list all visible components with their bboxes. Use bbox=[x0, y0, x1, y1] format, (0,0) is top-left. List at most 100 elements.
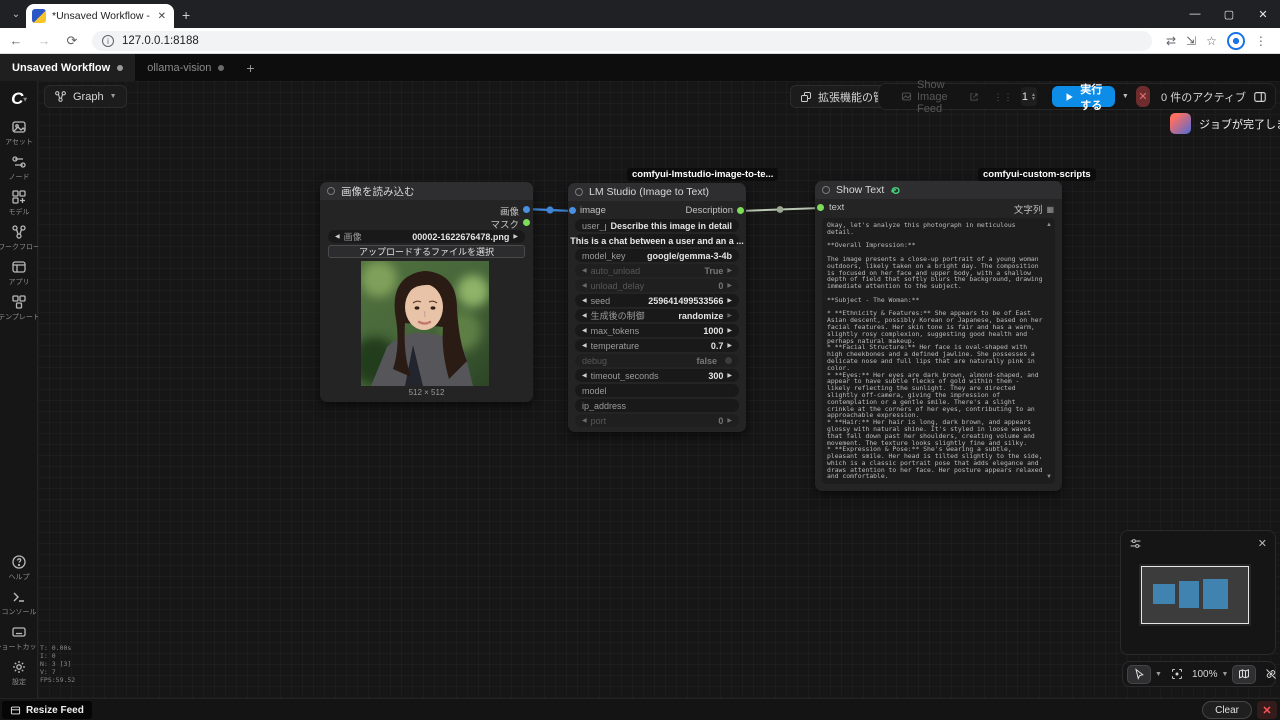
decrement-arrow-icon[interactable]: ◀ bbox=[582, 312, 587, 319]
bookmark-star-icon[interactable]: ☆ bbox=[1206, 34, 1217, 48]
minimap-panel[interactable]: ✕ bbox=[1120, 530, 1276, 655]
tab-close-icon[interactable]: ✕ bbox=[156, 11, 168, 22]
clear-feed-button[interactable]: Clear bbox=[1202, 701, 1252, 719]
profile-avatar[interactable] bbox=[1226, 31, 1245, 50]
widget-port[interactable]: ◀ port 0 ▶ bbox=[575, 414, 739, 427]
image-combo-widget[interactable]: ◀ 画像 00002-1622676478.png ▶ bbox=[328, 230, 525, 243]
collapse-dot-icon[interactable] bbox=[822, 186, 830, 194]
collapse-dot-icon[interactable] bbox=[575, 188, 583, 196]
node-show-text-header[interactable]: Show Text bbox=[815, 181, 1062, 199]
widget-temperature[interactable]: ◀ temperature 0.7 ▶ bbox=[575, 339, 739, 352]
node-load-image[interactable]: 画像を読み込む 画像 マスク ◀ 画像 00002-1622676478.png… bbox=[320, 182, 533, 402]
show-image-feed-button[interactable]: Show Image Feed bbox=[901, 79, 979, 115]
increment-arrow-icon[interactable]: ▶ bbox=[727, 342, 732, 349]
input-slot-text[interactable] bbox=[817, 204, 824, 211]
sidebar-item-apps[interactable]: アプリ bbox=[0, 259, 38, 287]
tab-search-icon[interactable]: ⌄ bbox=[8, 7, 24, 23]
widget-seed[interactable]: ◀ seed 259641499533566 ▶ bbox=[575, 294, 739, 307]
workflow-tab-ollama-vision[interactable]: ollama-vision bbox=[135, 54, 236, 81]
graph-dropdown[interactable]: Graph ▼ bbox=[44, 85, 127, 108]
decrement-arrow-icon[interactable]: ◀ bbox=[582, 267, 587, 274]
output-slot-description[interactable] bbox=[737, 207, 744, 214]
decrement-arrow-icon[interactable]: ◀ bbox=[582, 297, 587, 304]
node-show-text[interactable]: Show Text text 文字列 ▦ Okay, let's analyze… bbox=[815, 181, 1062, 491]
combo-prev-arrow-icon[interactable]: ◀ bbox=[335, 233, 340, 240]
widget-auto-unload[interactable]: ◀ auto_unload True ▶ bbox=[575, 264, 739, 277]
sidebar-item-workflows[interactable]: ワークフロー bbox=[0, 224, 38, 252]
cursor-tool-button[interactable] bbox=[1127, 664, 1151, 684]
install-icon[interactable]: ⇲ bbox=[1186, 34, 1196, 48]
widget-max-tokens[interactable]: ◀ max_tokens 1000 ▶ bbox=[575, 324, 739, 337]
window-maximize-button[interactable]: ▢ bbox=[1212, 0, 1246, 28]
scroll-down-icon[interactable]: ▼ bbox=[1046, 474, 1052, 480]
increment-arrow-icon[interactable]: ▶ bbox=[727, 297, 732, 304]
decrement-arrow-icon[interactable]: ◀ bbox=[582, 327, 587, 334]
increment-arrow-icon[interactable]: ▶ bbox=[727, 327, 732, 334]
scroll-up-icon[interactable]: ▲ bbox=[1046, 222, 1052, 228]
back-icon[interactable]: ← bbox=[4, 31, 28, 51]
stepper-arrows[interactable]: ▲ ▼ bbox=[1031, 92, 1036, 101]
minimap-toggle-button[interactable] bbox=[1232, 664, 1257, 684]
show-text-content[interactable]: Okay, let's analyze this photograph in m… bbox=[822, 218, 1055, 484]
sidebar-item-shortcuts[interactable]: ショートカット bbox=[0, 624, 38, 652]
window-minimize-button[interactable]: — bbox=[1178, 0, 1212, 28]
toggle-links-button[interactable] bbox=[1260, 665, 1280, 684]
activity-counter[interactable]: 0 件のアクティブ bbox=[1161, 89, 1246, 105]
node-lm-studio[interactable]: LM Studio (Image to Text) image Descript… bbox=[568, 183, 746, 432]
tool-options-chevron-icon[interactable]: ▼ bbox=[1155, 671, 1162, 678]
sidebar-item-assets[interactable]: アセット bbox=[0, 119, 38, 147]
reload-icon[interactable]: ⟳ bbox=[60, 31, 84, 51]
batch-count-input[interactable]: 1 ▲ ▼ bbox=[1020, 87, 1038, 106]
stop-button[interactable]: ✕ bbox=[1135, 86, 1151, 107]
minimap-settings-icon[interactable] bbox=[1129, 537, 1142, 550]
widget-system-prompt[interactable]: This is a chat between a user and an a .… bbox=[570, 234, 744, 247]
sidebar-item-nodes[interactable]: ノード bbox=[0, 154, 38, 182]
image-preview[interactable] bbox=[361, 261, 489, 386]
new-workflow-button[interactable]: + bbox=[236, 54, 264, 81]
widget-ip-address[interactable]: ip_address bbox=[575, 399, 739, 412]
zoom-level[interactable]: 100% ▼ bbox=[1192, 669, 1229, 680]
new-tab-button[interactable]: + bbox=[182, 8, 190, 22]
workflow-tab-unsaved[interactable]: Unsaved Workflow bbox=[0, 54, 136, 81]
close-feed-button[interactable]: ✕ bbox=[1257, 701, 1277, 719]
combo-next-arrow-icon[interactable]: ▶ bbox=[513, 233, 518, 240]
collapse-dot-icon[interactable] bbox=[327, 187, 335, 195]
increment-arrow-icon[interactable]: ▶ bbox=[727, 267, 732, 274]
forward-icon[interactable]: → bbox=[32, 31, 56, 51]
resize-feed-button[interactable]: Resize Feed bbox=[2, 701, 92, 719]
url-omnibox[interactable]: i 127.0.0.1:8188 bbox=[92, 30, 1152, 51]
output-slot-image[interactable] bbox=[523, 206, 530, 213]
increment-arrow-icon[interactable]: ▶ bbox=[727, 312, 732, 319]
decrement-arrow-icon[interactable]: ◀ bbox=[582, 282, 587, 289]
minimap-close-icon[interactable]: ✕ bbox=[1258, 537, 1267, 550]
decrement-arrow-icon[interactable]: ◀ bbox=[582, 342, 587, 349]
browser-tab[interactable]: *Unsaved Workflow - ComfyUI ✕ bbox=[26, 4, 174, 28]
input-slot-image[interactable] bbox=[569, 207, 576, 214]
increment-arrow-icon[interactable]: ▶ bbox=[727, 282, 732, 289]
widget-control-after-generate[interactable]: ◀ 生成後の制御 randomize ▶ bbox=[575, 309, 739, 322]
widget-model[interactable]: model bbox=[575, 384, 739, 397]
site-info-icon[interactable]: i bbox=[102, 34, 114, 47]
widget-unload-delay[interactable]: ◀ unload_delay 0 ▶ bbox=[575, 279, 739, 292]
widget-debug[interactable]: debug false bbox=[575, 354, 739, 367]
run-button[interactable]: 実行する bbox=[1052, 84, 1115, 112]
sidebar-item-settings[interactable]: 設定 bbox=[0, 659, 38, 687]
sidebar-item-models[interactable]: モデル bbox=[0, 189, 38, 217]
widget-user-prompt[interactable]: user_pro ... Describe this image in deta… bbox=[575, 219, 739, 232]
translate-icon[interactable]: ⇄ bbox=[1166, 34, 1176, 48]
job-notification[interactable]: ジョブが完了しました bbox=[1170, 113, 1280, 134]
sidebar-item-templates[interactable]: テンプレート bbox=[0, 294, 38, 322]
window-close-button[interactable]: ✕ bbox=[1246, 0, 1280, 28]
upload-file-button[interactable]: アップロードするファイルを選択 bbox=[328, 245, 525, 258]
node-lm-studio-header[interactable]: LM Studio (Image to Text) bbox=[568, 183, 746, 201]
run-options-chevron-icon[interactable]: ▼ bbox=[1122, 93, 1129, 100]
output-slot-mask[interactable] bbox=[523, 219, 530, 226]
toggle-knob-icon[interactable] bbox=[725, 357, 732, 364]
increment-arrow-icon[interactable]: ▶ bbox=[727, 372, 732, 379]
node-load-image-header[interactable]: 画像を読み込む bbox=[320, 182, 533, 200]
sidebar-item-help[interactable]: ヘルプ bbox=[0, 554, 38, 582]
widget-model-key[interactable]: model_key google/gemma-3-4b bbox=[575, 249, 739, 262]
decrement-arrow-icon[interactable]: ◀ bbox=[582, 417, 587, 424]
sidebar-item-console[interactable]: コンソール bbox=[0, 589, 38, 617]
browser-menu-icon[interactable]: ⋮ bbox=[1255, 34, 1267, 48]
